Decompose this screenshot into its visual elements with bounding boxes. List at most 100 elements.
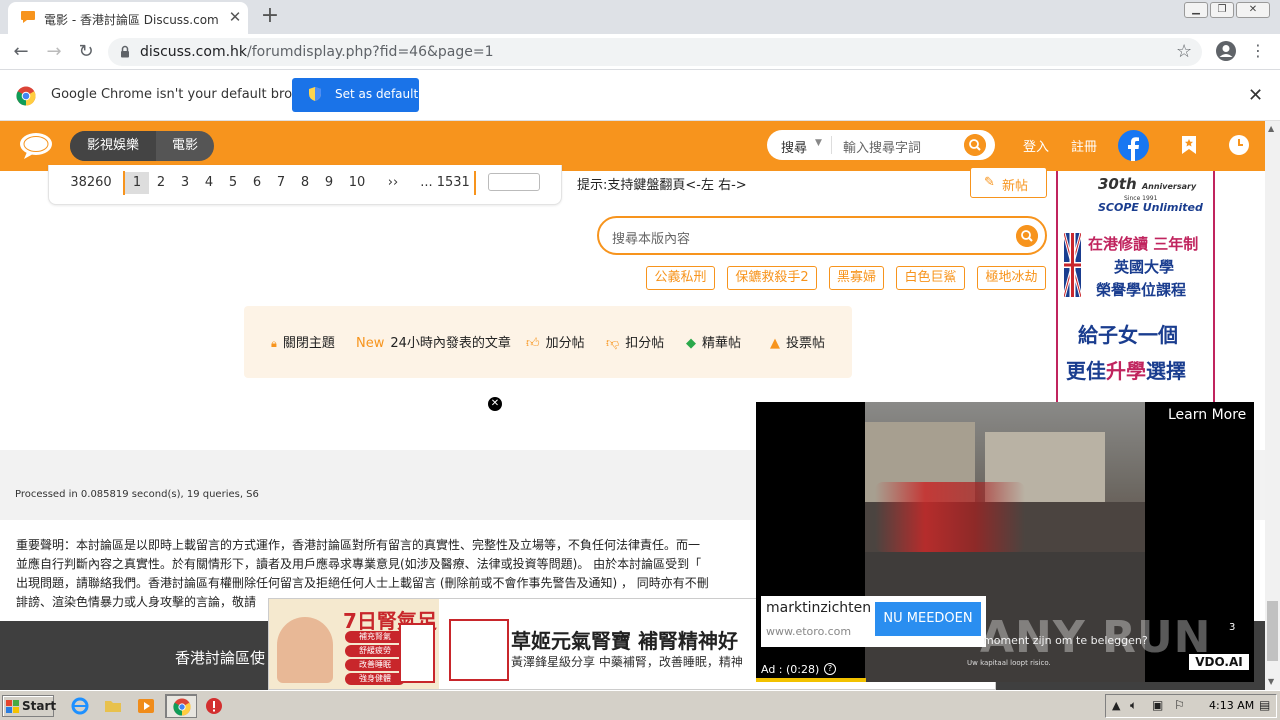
help-icon[interactable]: ? bbox=[824, 663, 836, 675]
filter-essence-threads[interactable]: ◆ 精華帖 bbox=[686, 332, 741, 351]
tag-button[interactable]: 公義私刑 bbox=[646, 266, 715, 290]
minimize-icon[interactable]: ▁ bbox=[1184, 2, 1208, 18]
page-link[interactable]: 3 bbox=[175, 172, 195, 194]
breadcrumb: 影視娛樂 電影 bbox=[70, 131, 214, 161]
start-label: Start bbox=[22, 699, 57, 713]
reload-icon[interactable]: ↻ bbox=[75, 41, 97, 63]
scrollbar-thumb[interactable] bbox=[1267, 601, 1278, 661]
chrome-icon bbox=[173, 698, 191, 716]
input-method-icon[interactable]: ▤ bbox=[1259, 698, 1270, 712]
bookmark-icon[interactable] bbox=[1180, 135, 1198, 155]
page-scrollbar[interactable]: ▲ ▼ bbox=[1265, 121, 1280, 690]
ad-text-part: 更佳 bbox=[1066, 359, 1106, 383]
url-path: /forumdisplay.php?fid=46&page=1 bbox=[247, 44, 494, 60]
site-search-input[interactable]: 輸入搜尋字詞 bbox=[843, 137, 921, 156]
breadcrumb-item-movies[interactable]: 電影 bbox=[156, 131, 214, 161]
internet-explorer-icon[interactable] bbox=[71, 697, 89, 715]
set-as-default-button[interactable]: Set as default bbox=[292, 78, 419, 112]
last-page-link[interactable]: ... 1531 bbox=[418, 172, 472, 194]
address-bar[interactable]: discuss.com.hk/forumdisplay.php?fid=46&p… bbox=[108, 38, 1202, 66]
taskbar-clock: 4:13 AM bbox=[1209, 699, 1255, 712]
new-post-button[interactable]: ✎ 新帖 bbox=[970, 167, 1047, 198]
chrome-taskbar-button[interactable] bbox=[165, 694, 197, 718]
page-link[interactable]: 10 bbox=[343, 172, 371, 194]
learn-more-link[interactable]: Learn More bbox=[1168, 407, 1246, 423]
filter-label: 精華帖 bbox=[702, 336, 742, 351]
ad-bullet: 強身健體 bbox=[345, 673, 405, 685]
filter-label: 24小時內發表的文章 bbox=[390, 336, 511, 351]
page-link-current[interactable]: 1 bbox=[125, 172, 149, 194]
filter-minus-threads[interactable]: 👎︎ 扣分帖 bbox=[606, 332, 664, 351]
page-link[interactable]: 4 bbox=[199, 172, 219, 194]
tag-button[interactable]: 白色巨鯊 bbox=[896, 266, 965, 290]
ad-bullet: 補充腎氣 bbox=[345, 631, 405, 643]
discuss-logo-icon[interactable] bbox=[18, 131, 54, 161]
media-player-icon[interactable] bbox=[137, 697, 155, 715]
lock-icon bbox=[121, 45, 129, 58]
action-center-flag-icon[interactable]: ⚐ bbox=[1174, 698, 1185, 712]
scroll-up-icon[interactable]: ▲ bbox=[1268, 124, 1274, 133]
cta-button[interactable]: NU MEEDOEN bbox=[875, 602, 981, 636]
ad-anniversary-word: Anniversary bbox=[1141, 182, 1197, 191]
new-tab-icon[interactable]: + bbox=[258, 5, 282, 29]
forward-arrow-icon[interactable]: → bbox=[43, 41, 65, 63]
thread-filter-bar: 🔒︎ 關閉主題 New 24小時內發表的文章 👍︎ 加分帖 👎︎ 扣分帖 ◆ 精華帖 ▲ 投… bbox=[244, 306, 852, 378]
login-link[interactable]: 登入 bbox=[1023, 136, 1049, 155]
page-link[interactable]: 2 bbox=[151, 172, 171, 194]
ad-left-panel: 7日腎氣足 補充腎氣 舒緩疲勞 改善睡眠 強身健體 bbox=[269, 599, 439, 689]
ad-countdown: Ad : (0:28) bbox=[761, 663, 820, 676]
tab-close-icon[interactable]: ✕ bbox=[226, 8, 244, 26]
ad-text: 在港修讀 三年制 bbox=[1088, 235, 1199, 253]
infobar-close-icon[interactable]: ✕ bbox=[1248, 85, 1263, 106]
bookmark-star-icon[interactable]: ☆ bbox=[1176, 41, 1192, 62]
tag-button[interactable]: 黑寡婦 bbox=[829, 266, 884, 290]
ad-number: 3 bbox=[1229, 622, 1236, 633]
page-link[interactable]: 6 bbox=[247, 172, 267, 194]
filter-label: 扣分帖 bbox=[625, 336, 665, 351]
filter-new-24h[interactable]: New 24小時內發表的文章 bbox=[356, 332, 511, 351]
folder-icon[interactable] bbox=[104, 697, 122, 715]
tag-button[interactable]: 極地冰劫 bbox=[977, 266, 1046, 290]
window-close-icon[interactable]: ✕ bbox=[1236, 2, 1270, 18]
page-jump-input[interactable] bbox=[488, 173, 540, 191]
kebab-menu-icon[interactable]: ⋮ bbox=[1250, 41, 1266, 63]
breadcrumb-item-entertainment[interactable]: 影視娛樂 bbox=[70, 131, 156, 161]
network-icon[interactable]: ▣ bbox=[1152, 698, 1163, 712]
ad-subtitle: 黃澤鋒星級分享 中藥補腎，改善睡眠，精神 bbox=[511, 655, 743, 669]
chrome-logo-icon bbox=[16, 86, 36, 106]
page-link[interactable]: 8 bbox=[295, 172, 315, 194]
celebrity-photo bbox=[277, 617, 333, 683]
facebook-icon[interactable] bbox=[1118, 130, 1149, 161]
tag-button[interactable]: 保鑣救殺手2 bbox=[727, 266, 817, 290]
restore-icon[interactable]: ❐ bbox=[1210, 2, 1234, 18]
uk-flag-icon bbox=[1064, 233, 1081, 297]
page-link[interactable]: 5 bbox=[223, 172, 243, 194]
filter-poll-threads[interactable]: ▲ 投票帖 bbox=[770, 332, 825, 351]
clock-history-icon[interactable] bbox=[1228, 134, 1250, 156]
pencil-icon: ✎ bbox=[984, 175, 995, 190]
keyboard-hint: 提示:支持鍵盤翻頁<-左 右-> bbox=[577, 178, 747, 193]
search-icon[interactable] bbox=[964, 134, 986, 156]
search-type-select[interactable]: 搜尋 bbox=[781, 137, 807, 156]
advertiser-name: marktinzichten bbox=[766, 600, 872, 616]
profile-avatar-icon[interactable] bbox=[1215, 40, 1237, 62]
divider bbox=[474, 171, 476, 195]
filter-closed-threads[interactable]: 🔒︎ 關閉主題 bbox=[271, 332, 335, 351]
board-search-field[interactable]: 搜尋本版內容 bbox=[597, 216, 1047, 255]
next-page-link[interactable]: ›› bbox=[381, 172, 405, 194]
search-icon[interactable] bbox=[1016, 225, 1038, 247]
page-link[interactable]: 7 bbox=[271, 172, 291, 194]
browser-tab[interactable]: 電影 - 香港討論區 Discuss.com.hk - ✕ bbox=[8, 2, 248, 34]
register-link[interactable]: 註冊 bbox=[1071, 136, 1097, 155]
security-warning-icon[interactable] bbox=[205, 697, 223, 715]
video-close-icon[interactable]: ✕ bbox=[487, 396, 503, 412]
moving-bus-blur bbox=[875, 482, 1025, 552]
volume-icon[interactable]: 🔈︎ bbox=[1130, 698, 1137, 713]
filter-plus-threads[interactable]: 👍︎ 加分帖 bbox=[526, 332, 585, 351]
scope-university-ad[interactable]: 30th Anniversary Since 1991 SCOPE Unlimi… bbox=[1056, 171, 1215, 403]
back-arrow-icon[interactable]: ← bbox=[10, 41, 32, 63]
scroll-down-icon[interactable]: ▼ bbox=[1268, 677, 1274, 686]
tray-expand-icon[interactable]: ▲ bbox=[1112, 699, 1120, 712]
page-link[interactable]: 9 bbox=[319, 172, 339, 194]
start-button[interactable]: Start bbox=[2, 695, 57, 717]
